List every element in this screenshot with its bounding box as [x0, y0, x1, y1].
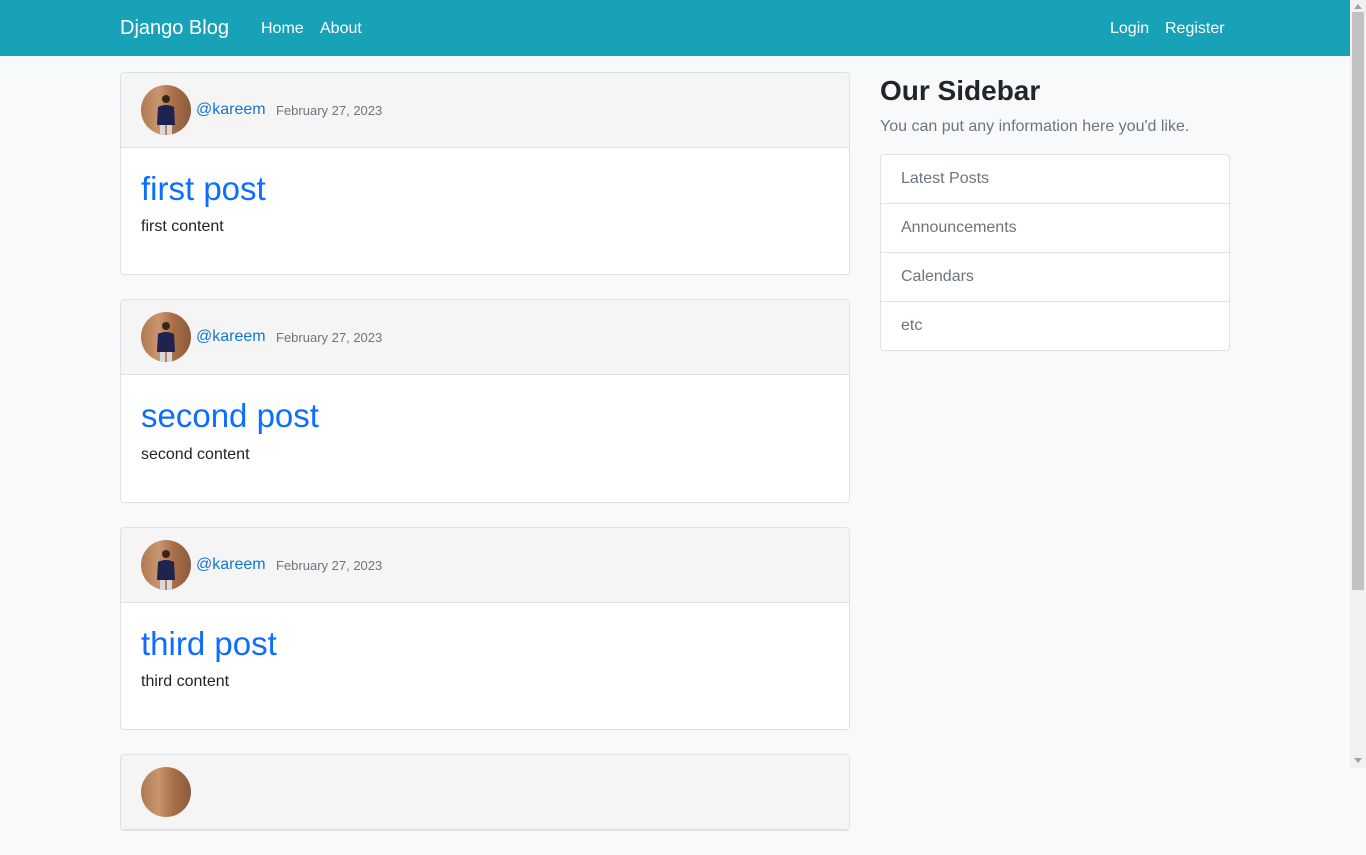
nav-link-register[interactable]: Register: [1165, 19, 1225, 39]
sidebar-list: Latest Posts Announcements Calendars etc: [880, 154, 1230, 351]
post-header: @kareem February 27, 2023: [121, 73, 849, 148]
vertical-scrollbar[interactable]: [1350, 0, 1366, 768]
post-body: first post first content: [121, 148, 849, 274]
post-body: second post second content: [121, 375, 849, 502]
post-card: @kareem February 27, 2023 third post thi…: [120, 527, 850, 730]
post-content: first content: [141, 218, 224, 235]
post-author-link[interactable]: @kareem: [196, 556, 266, 574]
brand-link[interactable]: Django Blog: [120, 16, 229, 40]
post-card-partial: [120, 754, 850, 831]
nav-link-login[interactable]: Login: [1110, 19, 1149, 39]
sidebar-item-latest-posts[interactable]: Latest Posts: [881, 155, 1229, 204]
post-card: @kareem February 27, 2023 second post se…: [120, 299, 850, 503]
post-title-link[interactable]: second post: [141, 396, 319, 436]
scroll-up-icon[interactable]: [1354, 4, 1362, 9]
post-card: @kareem February 27, 2023 first post fir…: [120, 72, 850, 275]
post-author-link[interactable]: @kareem: [196, 101, 266, 119]
author-avatar: [141, 85, 191, 135]
post-date: February 27, 2023: [276, 330, 383, 345]
author-avatar: [141, 312, 191, 362]
sidebar-title: Our Sidebar: [880, 75, 1041, 106]
scrollbar-thumb[interactable]: [1352, 12, 1364, 590]
post-body: third post third content: [121, 603, 849, 729]
post-header: @kareem February 27, 2023: [121, 300, 849, 375]
post-header: @kareem February 27, 2023: [121, 528, 849, 603]
nav-link-home[interactable]: Home: [261, 19, 304, 39]
post-author-link[interactable]: @kareem: [196, 328, 266, 346]
sidebar-item-calendars[interactable]: Calendars: [881, 253, 1229, 302]
post-list: @kareem February 27, 2023 first post fir…: [120, 72, 850, 855]
sidebar-description: You can put any information here you'd l…: [880, 118, 1190, 135]
post-content: third content: [141, 673, 230, 690]
author-avatar: [141, 540, 191, 590]
sidebar-item-announcements[interactable]: Announcements: [881, 204, 1229, 253]
sidebar-item-etc[interactable]: etc: [881, 302, 1229, 350]
post-title-link[interactable]: third post: [141, 624, 277, 664]
top-navbar: Django Blog Home About Login Register: [0, 0, 1350, 56]
author-avatar: [141, 767, 191, 817]
post-title-link[interactable]: first post: [141, 169, 266, 209]
post-date: February 27, 2023: [276, 103, 383, 118]
post-content: second content: [141, 446, 250, 463]
post-date: February 27, 2023: [276, 558, 383, 573]
nav-link-about[interactable]: About: [320, 19, 362, 39]
post-header: [121, 755, 849, 830]
scroll-down-icon[interactable]: [1354, 758, 1362, 763]
